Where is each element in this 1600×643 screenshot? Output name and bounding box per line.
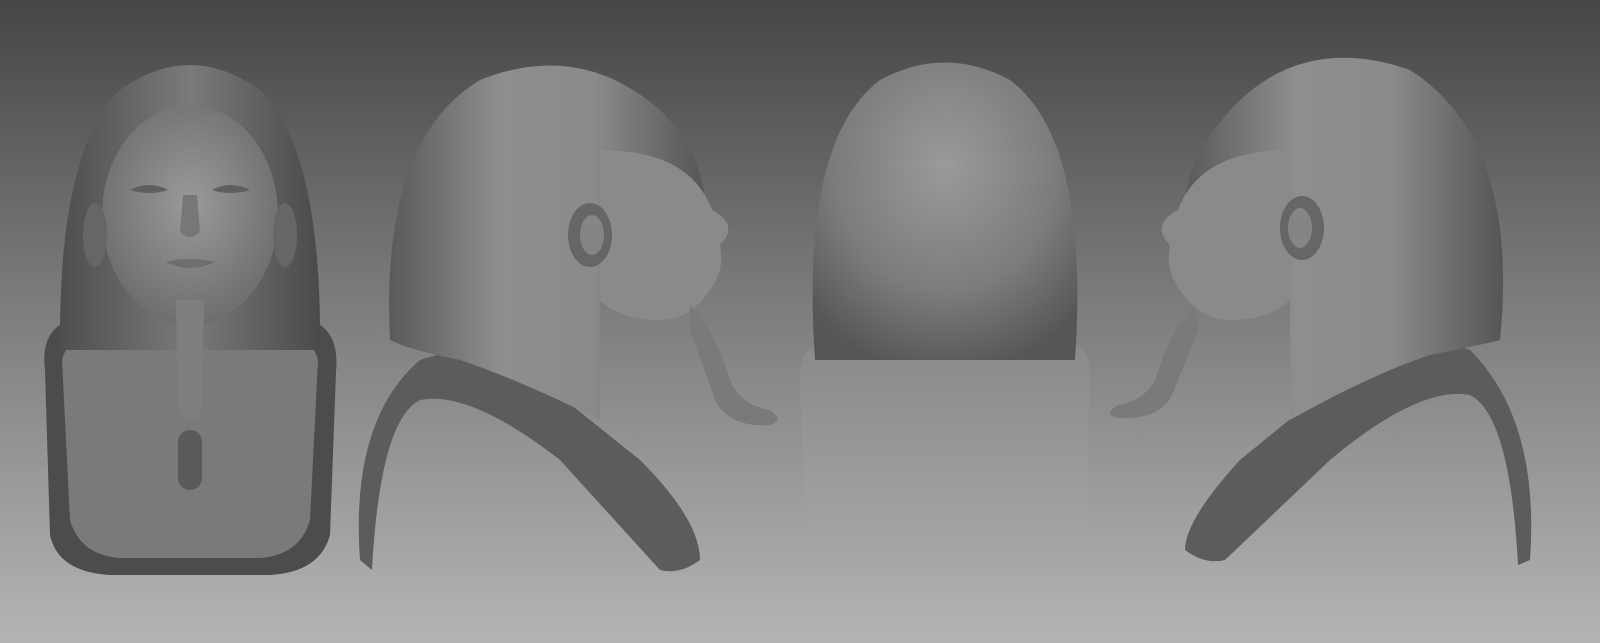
front-view: [44, 65, 337, 575]
left-profile-view: [1110, 57, 1532, 565]
right-profile-view: [358, 65, 778, 572]
back-view: [799, 62, 1091, 575]
sculpt-turnaround-canvas: [0, 0, 1600, 643]
turnaround-image: [44, 57, 1532, 575]
